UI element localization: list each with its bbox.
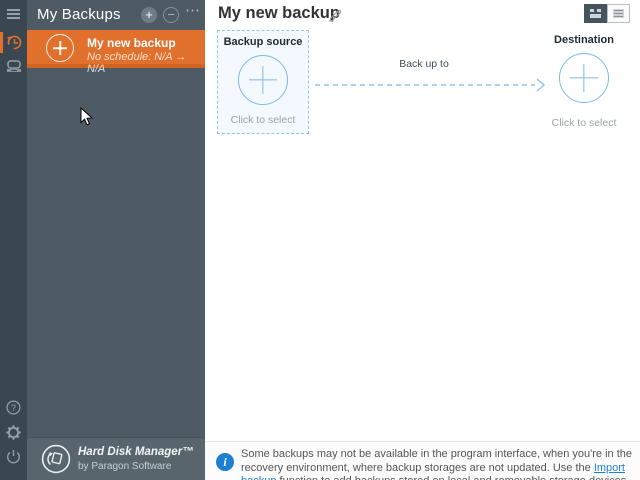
plus-circle-icon [46, 34, 74, 62]
info-message-part1: Some backups may not be available in the… [241, 448, 632, 474]
product-byline: by Paragon Software [78, 461, 172, 472]
info-message: Some backups may not be available in the… [241, 448, 637, 480]
info-bar: i Some backups may not be available in t… [205, 441, 640, 480]
help-icon[interactable]: ? [6, 400, 21, 415]
destination-label: Destination [554, 34, 614, 46]
tiles-view-icon [590, 9, 601, 18]
paragon-logo-icon [41, 444, 71, 474]
info-message-part2: function to add backups stored on local … [276, 475, 630, 480]
tiles-view-button[interactable] [584, 4, 607, 23]
add-destination-icon [559, 53, 609, 103]
backup-item-schedule: No schedule: N/A → N/A [87, 51, 187, 75]
details-view-button[interactable] [607, 4, 630, 23]
sidebar-footer: Hard Disk Manager™ by Paragon Software [27, 437, 205, 480]
backup-jobs-icon[interactable] [5, 33, 23, 51]
mouse-cursor [80, 107, 94, 126]
edit-pencil-icon[interactable] [327, 8, 343, 24]
backup-source-label: Backup source [223, 36, 303, 48]
hamburger-menu-icon[interactable] [7, 9, 20, 21]
page-title: My new backup [218, 4, 340, 22]
destination-target[interactable]: Destination Click to select [539, 30, 629, 129]
backups-sidebar: My Backups + − ⋯ My new backup No schedu… [27, 0, 205, 480]
add-backup-button[interactable]: + [141, 7, 157, 23]
product-name: Hard Disk Manager™ [78, 446, 194, 458]
view-toggle [584, 4, 630, 23]
settings-gear-icon[interactable] [6, 425, 21, 440]
left-rail: ? [0, 0, 27, 480]
power-icon[interactable] [6, 449, 21, 464]
disks-icon[interactable] [5, 57, 23, 75]
more-options-button[interactable]: ⋯ [185, 1, 201, 19]
details-view-icon [613, 9, 624, 18]
remove-backup-button[interactable]: − [163, 7, 179, 23]
backup-item-title: My new backup [87, 36, 176, 50]
add-source-icon [238, 55, 288, 105]
backup-flow-arrow [315, 78, 546, 92]
flow-label: Back up to [399, 58, 449, 70]
svg-text:?: ? [11, 403, 16, 413]
app-window: ? My Backups + − ⋯ My new backup No sche… [0, 0, 640, 480]
backup-source-hint: Click to select [230, 114, 296, 126]
backup-source-card[interactable]: Backup source Click to select [217, 30, 309, 134]
destination-hint: Click to select [551, 117, 617, 129]
sidebar-title: My Backups [37, 6, 121, 23]
active-indicator [0, 32, 3, 53]
backup-list-item[interactable]: My new backup No schedule: N/A → N/A [27, 30, 205, 75]
info-icon: i [216, 453, 234, 471]
main-panel: My new backup Backup source Click to sel… [205, 0, 640, 480]
